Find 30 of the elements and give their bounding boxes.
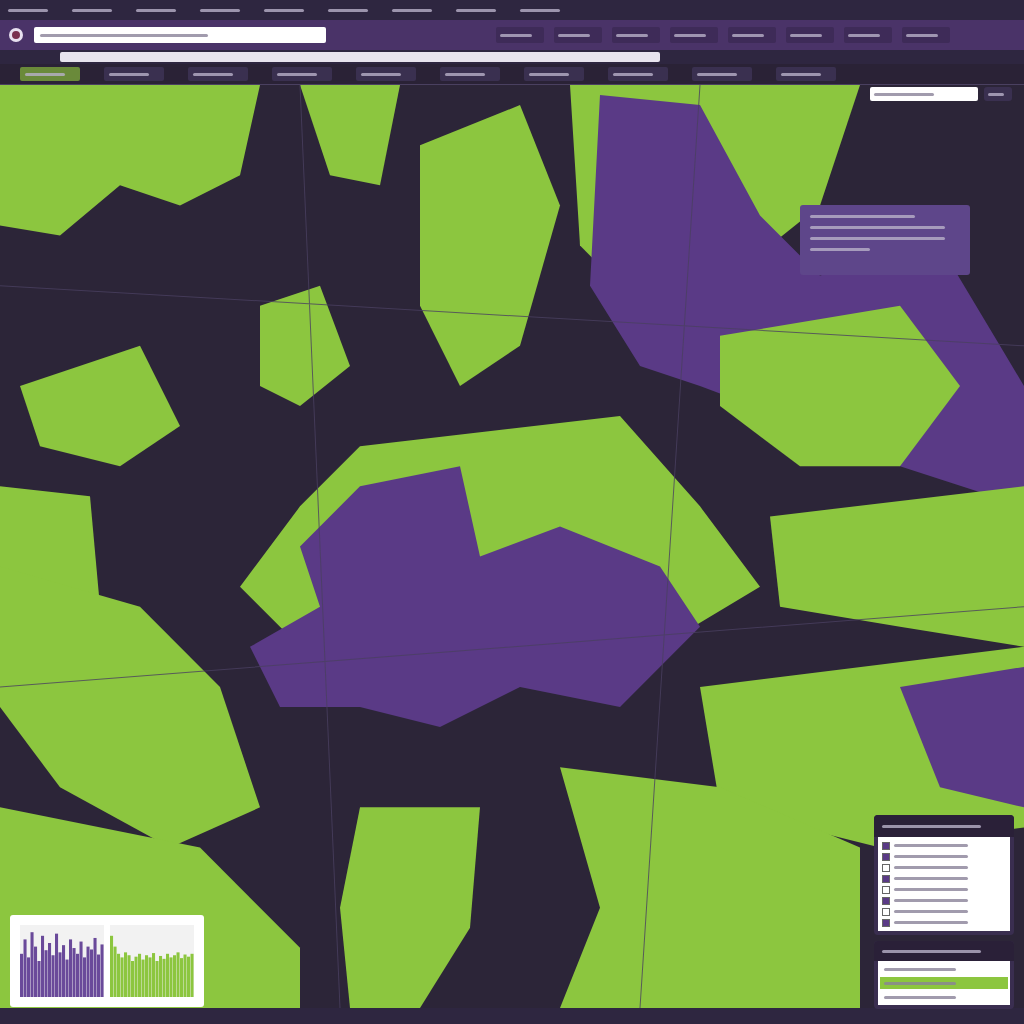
search-field[interactable]: [34, 27, 326, 43]
toolbar-button[interactable]: [272, 67, 332, 81]
layer-checkbox[interactable]: [882, 852, 890, 861]
toolbar-button[interactable]: [188, 67, 248, 81]
layer-checkbox[interactable]: [882, 863, 890, 872]
header-button[interactable]: [786, 27, 834, 43]
toolbar-button[interactable]: [692, 67, 752, 81]
header-button[interactable]: [844, 27, 892, 43]
map-search-field[interactable]: [870, 87, 978, 101]
header-button[interactable]: [728, 27, 776, 43]
layer-checkbox[interactable]: [882, 896, 890, 905]
address-bar[interactable]: [0, 50, 1024, 64]
layer-checkbox[interactable]: [882, 874, 890, 883]
logo-icon: [8, 27, 24, 43]
header-button[interactable]: [496, 27, 544, 43]
header-button[interactable]: [554, 27, 602, 43]
search-button[interactable]: [984, 87, 1012, 101]
toolbar-button[interactable]: [440, 67, 500, 81]
header-button[interactable]: [902, 27, 950, 43]
toolbar-button[interactable]: [776, 67, 836, 81]
header-button[interactable]: [670, 27, 718, 43]
header-button[interactable]: [612, 27, 660, 43]
layer-checkbox[interactable]: [882, 907, 890, 916]
toolbar-button[interactable]: [356, 67, 416, 81]
layer-checkbox[interactable]: [882, 918, 890, 927]
toolbar-button[interactable]: [524, 67, 584, 81]
layer-checkbox[interactable]: [882, 885, 890, 894]
layer-checkbox[interactable]: [882, 841, 890, 850]
toolbar-button[interactable]: [608, 67, 668, 81]
toolbar-button[interactable]: [104, 67, 164, 81]
